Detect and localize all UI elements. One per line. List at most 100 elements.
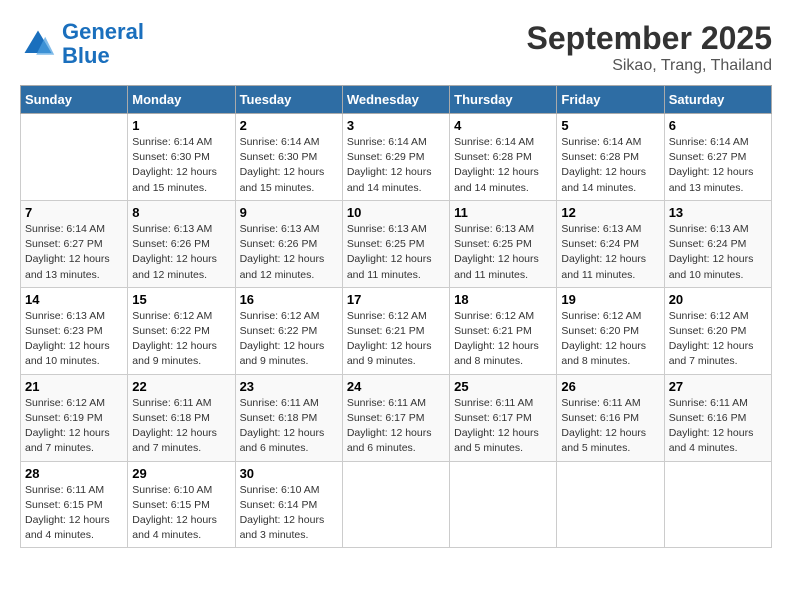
day-info: Sunrise: 6:11 AM Sunset: 6:15 PM Dayligh… bbox=[25, 483, 123, 544]
day-info: Sunrise: 6:12 AM Sunset: 6:22 PM Dayligh… bbox=[240, 309, 338, 370]
day-number: 13 bbox=[669, 205, 767, 220]
calendar-cell: 8 Sunrise: 6:13 AM Sunset: 6:26 PM Daylig… bbox=[128, 200, 235, 287]
day-number: 3 bbox=[347, 118, 445, 133]
logo-icon bbox=[20, 26, 56, 62]
logo-line1: General bbox=[62, 19, 144, 44]
day-info: Sunrise: 6:11 AM Sunset: 6:16 PM Dayligh… bbox=[561, 396, 659, 457]
day-info: Sunrise: 6:13 AM Sunset: 6:24 PM Dayligh… bbox=[669, 222, 767, 283]
calendar-cell: 12 Sunrise: 6:13 AM Sunset: 6:24 PM Dayli… bbox=[557, 200, 664, 287]
calendar-week-row: 28 Sunrise: 6:11 AM Sunset: 6:15 PM Dayli… bbox=[21, 461, 772, 548]
month-year: September 2025 bbox=[527, 20, 772, 57]
page-header: General Blue September 2025 Sikao, Trang… bbox=[20, 20, 772, 75]
day-number: 28 bbox=[25, 466, 123, 481]
day-info: Sunrise: 6:11 AM Sunset: 6:17 PM Dayligh… bbox=[347, 396, 445, 457]
calendar-week-row: 7 Sunrise: 6:14 AM Sunset: 6:27 PM Daylig… bbox=[21, 200, 772, 287]
day-header-tuesday: Tuesday bbox=[235, 86, 342, 114]
day-number: 18 bbox=[454, 292, 552, 307]
calendar-cell: 19 Sunrise: 6:12 AM Sunset: 6:20 PM Dayli… bbox=[557, 287, 664, 374]
day-info: Sunrise: 6:12 AM Sunset: 6:21 PM Dayligh… bbox=[347, 309, 445, 370]
day-info: Sunrise: 6:11 AM Sunset: 6:16 PM Dayligh… bbox=[669, 396, 767, 457]
calendar-cell bbox=[342, 461, 449, 548]
day-info: Sunrise: 6:13 AM Sunset: 6:25 PM Dayligh… bbox=[347, 222, 445, 283]
day-number: 5 bbox=[561, 118, 659, 133]
day-number: 25 bbox=[454, 379, 552, 394]
day-info: Sunrise: 6:10 AM Sunset: 6:15 PM Dayligh… bbox=[132, 483, 230, 544]
day-info: Sunrise: 6:13 AM Sunset: 6:26 PM Dayligh… bbox=[132, 222, 230, 283]
calendar-week-row: 21 Sunrise: 6:12 AM Sunset: 6:19 PM Dayli… bbox=[21, 374, 772, 461]
calendar-cell: 14Sunrise: 6:13 AM Sunset: 6:23 PM Dayli… bbox=[21, 287, 128, 374]
day-number: 23 bbox=[240, 379, 338, 394]
day-info: Sunrise: 6:13 AM Sunset: 6:26 PM Dayligh… bbox=[240, 222, 338, 283]
day-number: 27 bbox=[669, 379, 767, 394]
calendar-cell: 1 Sunrise: 6:14 AM Sunset: 6:30 PM Daylig… bbox=[128, 114, 235, 201]
calendar-cell: 30 Sunrise: 6:10 AM Sunset: 6:14 PM Dayli… bbox=[235, 461, 342, 548]
day-info: Sunrise: 6:14 AM Sunset: 6:27 PM Dayligh… bbox=[25, 222, 123, 283]
calendar-cell: 20 Sunrise: 6:12 AM Sunset: 6:20 PM Dayli… bbox=[664, 287, 771, 374]
calendar-cell: 27 Sunrise: 6:11 AM Sunset: 6:16 PM Dayli… bbox=[664, 374, 771, 461]
day-number: 19 bbox=[561, 292, 659, 307]
calendar-cell bbox=[21, 114, 128, 201]
logo-line2: Blue bbox=[62, 44, 144, 68]
day-info: Sunrise: 6:14 AM Sunset: 6:30 PM Dayligh… bbox=[132, 135, 230, 196]
day-header-thursday: Thursday bbox=[450, 86, 557, 114]
calendar-cell bbox=[664, 461, 771, 548]
calendar-week-row: 1 Sunrise: 6:14 AM Sunset: 6:30 PM Daylig… bbox=[21, 114, 772, 201]
day-info: Sunrise: 6:12 AM Sunset: 6:22 PM Dayligh… bbox=[132, 309, 230, 370]
day-number: 11 bbox=[454, 205, 552, 220]
day-number: 15 bbox=[132, 292, 230, 307]
day-info: Sunrise: 6:11 AM Sunset: 6:17 PM Dayligh… bbox=[454, 396, 552, 457]
calendar-cell: 16 Sunrise: 6:12 AM Sunset: 6:22 PM Dayli… bbox=[235, 287, 342, 374]
day-number: 20 bbox=[669, 292, 767, 307]
calendar-cell: 13 Sunrise: 6:13 AM Sunset: 6:24 PM Dayli… bbox=[664, 200, 771, 287]
calendar-cell: 5Sunrise: 6:14 AM Sunset: 6:28 PM Daylig… bbox=[557, 114, 664, 201]
logo: General Blue bbox=[20, 20, 144, 68]
day-number: 10 bbox=[347, 205, 445, 220]
day-header-friday: Friday bbox=[557, 86, 664, 114]
day-number: 14 bbox=[25, 292, 123, 307]
day-info: Sunrise: 6:12 AM Sunset: 6:20 PM Dayligh… bbox=[561, 309, 659, 370]
logo-text: General Blue bbox=[62, 20, 144, 68]
calendar-cell: 17 Sunrise: 6:12 AM Sunset: 6:21 PM Dayli… bbox=[342, 287, 449, 374]
day-number: 1 bbox=[132, 118, 230, 133]
calendar-cell: 24 Sunrise: 6:11 AM Sunset: 6:17 PM Dayli… bbox=[342, 374, 449, 461]
calendar-cell: 18 Sunrise: 6:12 AM Sunset: 6:21 PM Dayli… bbox=[450, 287, 557, 374]
day-number: 12 bbox=[561, 205, 659, 220]
calendar-table: SundayMondayTuesdayWednesdayThursdayFrid… bbox=[20, 85, 772, 548]
day-number: 9 bbox=[240, 205, 338, 220]
day-header-sunday: Sunday bbox=[21, 86, 128, 114]
day-number: 24 bbox=[347, 379, 445, 394]
day-number: 16 bbox=[240, 292, 338, 307]
day-number: 4 bbox=[454, 118, 552, 133]
calendar-cell: 7 Sunrise: 6:14 AM Sunset: 6:27 PM Daylig… bbox=[21, 200, 128, 287]
day-header-saturday: Saturday bbox=[664, 86, 771, 114]
day-info: Sunrise: 6:11 AM Sunset: 6:18 PM Dayligh… bbox=[240, 396, 338, 457]
day-number: 21 bbox=[25, 379, 123, 394]
day-info: Sunrise: 6:14 AM Sunset: 6:28 PM Dayligh… bbox=[454, 135, 552, 196]
calendar-cell: 26 Sunrise: 6:11 AM Sunset: 6:16 PM Dayli… bbox=[557, 374, 664, 461]
day-number: 7 bbox=[25, 205, 123, 220]
day-number: 17 bbox=[347, 292, 445, 307]
day-info: Sunrise: 6:14 AM Sunset: 6:29 PM Dayligh… bbox=[347, 135, 445, 196]
calendar-cell bbox=[557, 461, 664, 548]
day-info: Sunrise: 6:13 AM Sunset: 6:25 PM Dayligh… bbox=[454, 222, 552, 283]
day-number: 8 bbox=[132, 205, 230, 220]
day-number: 29 bbox=[132, 466, 230, 481]
day-number: 30 bbox=[240, 466, 338, 481]
calendar-cell: 2Sunrise: 6:14 AM Sunset: 6:30 PM Daylig… bbox=[235, 114, 342, 201]
day-number: 26 bbox=[561, 379, 659, 394]
calendar-cell: 10 Sunrise: 6:13 AM Sunset: 6:25 PM Dayli… bbox=[342, 200, 449, 287]
day-header-wednesday: Wednesday bbox=[342, 86, 449, 114]
calendar-cell: 28 Sunrise: 6:11 AM Sunset: 6:15 PM Dayli… bbox=[21, 461, 128, 548]
day-info: Sunrise: 6:10 AM Sunset: 6:14 PM Dayligh… bbox=[240, 483, 338, 544]
calendar-cell: 21 Sunrise: 6:12 AM Sunset: 6:19 PM Dayli… bbox=[21, 374, 128, 461]
day-info: Sunrise: 6:12 AM Sunset: 6:19 PM Dayligh… bbox=[25, 396, 123, 457]
calendar-cell: 22Sunrise: 6:11 AM Sunset: 6:18 PM Dayli… bbox=[128, 374, 235, 461]
day-header-monday: Monday bbox=[128, 86, 235, 114]
calendar-cell: 29 Sunrise: 6:10 AM Sunset: 6:15 PM Dayli… bbox=[128, 461, 235, 548]
calendar-cell: 3 Sunrise: 6:14 AM Sunset: 6:29 PM Daylig… bbox=[342, 114, 449, 201]
day-info: Sunrise: 6:13 AM Sunset: 6:24 PM Dayligh… bbox=[561, 222, 659, 283]
day-info: Sunrise: 6:12 AM Sunset: 6:21 PM Dayligh… bbox=[454, 309, 552, 370]
day-info: Sunrise: 6:12 AM Sunset: 6:20 PM Dayligh… bbox=[669, 309, 767, 370]
calendar-cell: 23 Sunrise: 6:11 AM Sunset: 6:18 PM Dayli… bbox=[235, 374, 342, 461]
day-info: Sunrise: 6:14 AM Sunset: 6:30 PM Dayligh… bbox=[240, 135, 338, 196]
